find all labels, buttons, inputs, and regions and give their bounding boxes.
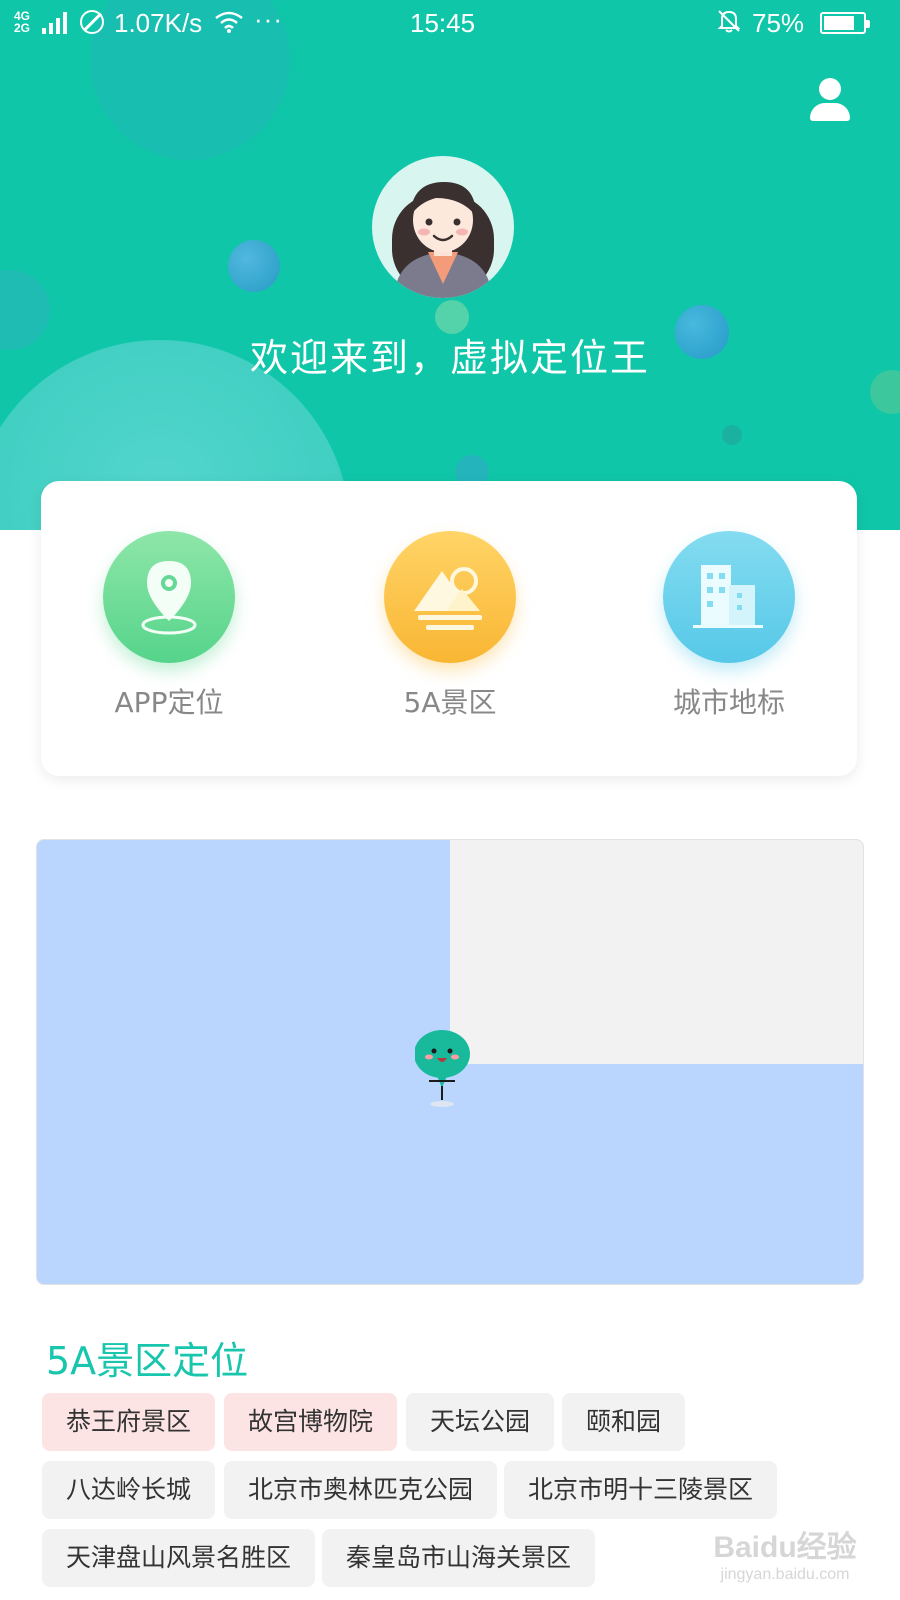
signal-bars-icon	[42, 12, 68, 34]
battery-percent: 75%	[752, 8, 805, 38]
scenic-area-button[interactable]: 5A景区	[339, 531, 559, 731]
bell-muted-icon	[716, 8, 742, 41]
feature-label: APP定位	[114, 686, 224, 719]
wifi-icon	[214, 10, 244, 41]
scenic-tag[interactable]: 八达岭长城	[42, 1461, 216, 1519]
no-sim-icon	[80, 10, 104, 34]
scenic-tag[interactable]: 北京市明十三陵景区	[504, 1461, 778, 1519]
battery-icon	[820, 12, 870, 34]
city-landmark-button[interactable]: 城市地标	[618, 531, 838, 731]
user-profile-button[interactable]	[808, 78, 850, 124]
baidu-watermark: Baidu经验 jingyan.baidu.com	[713, 1531, 857, 1583]
feature-label: 5A景区	[403, 686, 497, 719]
location-pin-icon	[103, 531, 235, 663]
scenic-tag[interactable]: 颐和园	[562, 1393, 686, 1451]
header-banner: 4G 2G 1.07K/s ··· 15:45 75% 欢迎来到，虚拟定位王	[0, 0, 900, 530]
decorative-bubble	[722, 425, 742, 445]
section-title: 5A景区定位	[46, 1339, 249, 1383]
city-buildings-icon	[663, 531, 795, 663]
network-type: 4G 2G	[14, 9, 31, 35]
scenic-tag[interactable]: 恭王府景区	[42, 1393, 216, 1451]
more-notifications-icon: ···	[254, 4, 283, 34]
scenic-tag[interactable]: 故宫博物院	[224, 1393, 398, 1451]
scenic-tag[interactable]: 北京市奥林匹克公园	[224, 1461, 498, 1519]
user-icon	[819, 78, 841, 100]
avatar	[372, 156, 514, 298]
decorative-bubble	[228, 240, 280, 292]
clock: 15:45	[410, 8, 476, 38]
app-location-button[interactable]: APP定位	[58, 531, 278, 731]
mascot-marker-icon[interactable]	[414, 1026, 485, 1112]
feature-card: APP定位 5A景区 城市地标	[41, 481, 857, 776]
map-land-area	[450, 840, 863, 1064]
scenic-tag[interactable]: 秦皇岛市山海关景区	[322, 1529, 596, 1587]
map-view[interactable]	[36, 839, 864, 1285]
mountain-sun-icon	[384, 531, 516, 663]
network-speed: 1.07K/s	[114, 8, 203, 38]
scenic-tag[interactable]: 天坛公园	[406, 1393, 555, 1451]
feature-label: 城市地标	[672, 686, 785, 719]
welcome-title: 欢迎来到，虚拟定位王	[249, 336, 650, 380]
scenic-tag[interactable]: 天津盘山风景名胜区	[42, 1529, 316, 1587]
status-bar: 4G 2G 1.07K/s ··· 15:45 75%	[0, 0, 900, 48]
